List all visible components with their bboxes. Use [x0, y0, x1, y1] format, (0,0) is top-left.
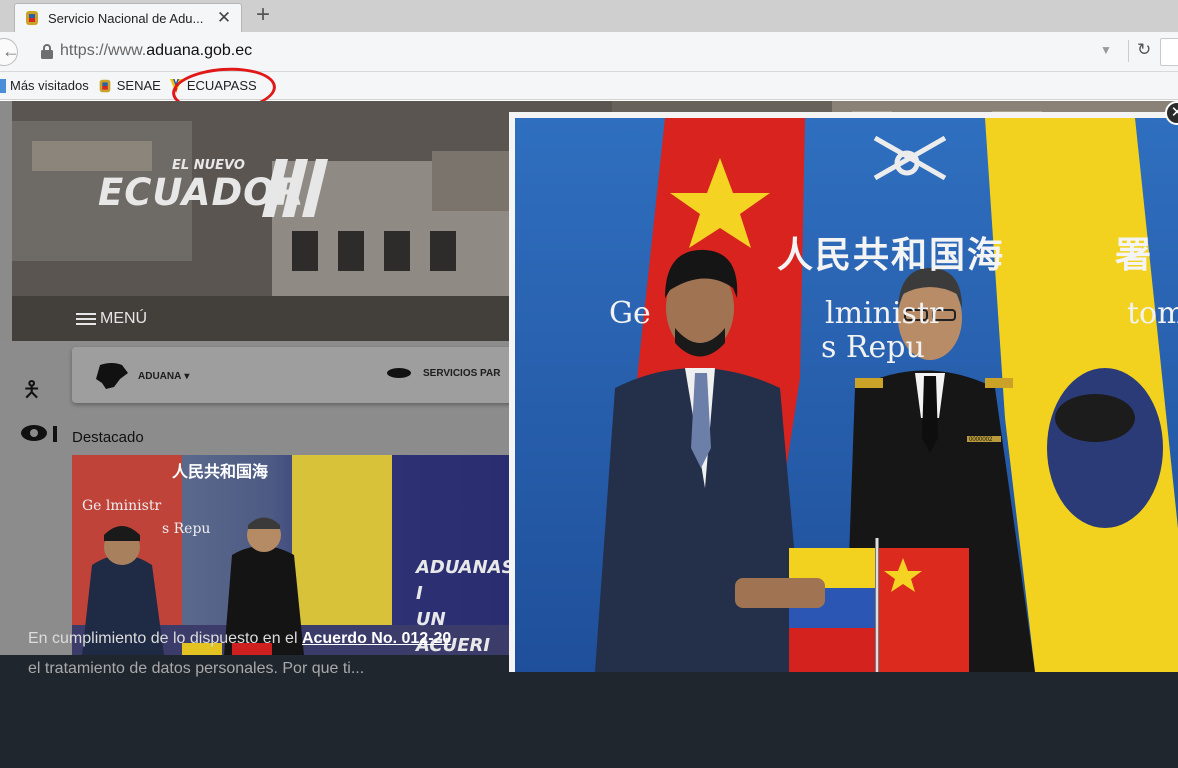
- nav-item-servicios[interactable]: SERVICIOS PAR: [387, 367, 500, 379]
- bookmark-mas-visitados[interactable]: Más visitados: [10, 78, 89, 93]
- accessibility-person-icon[interactable]: 🯅: [22, 373, 41, 411]
- officials-photo: 0000002: [515, 118, 1178, 672]
- nav-item-aduana[interactable]: ADUANA ▾: [94, 361, 189, 391]
- svg-text:Ge lministr: Ge lministr: [82, 498, 161, 514]
- chevron-down-icon: ▾: [184, 370, 190, 382]
- data-protection-notice-line2: el tratamiento de datos personales. Por …: [28, 660, 365, 677]
- visibility-eye-icon[interactable]: [20, 421, 60, 445]
- image-lightbox: 0000002 人民共和国海署 Ge lministr tom s Repu: [509, 112, 1178, 672]
- reload-icon[interactable]: ↻: [1128, 40, 1151, 62]
- lock-icon: [41, 44, 53, 59]
- svg-text:s Repu: s Repu: [162, 521, 210, 537]
- main-navigation-card: ADUANA ▾ SERVICIOS PAR: [72, 347, 517, 403]
- search-field[interactable]: [1160, 38, 1178, 66]
- lightbox-sign-line1-left: Ge: [609, 296, 651, 331]
- lightbox-photo: 0000002 人民共和国海署 Ge lministr tom s Repu: [515, 118, 1178, 672]
- menu-button[interactable]: MENÚ: [76, 310, 147, 328]
- bookmark-senae[interactable]: SENAE: [97, 78, 161, 94]
- lightbox-chinese-sign: 人民共和国海署: [777, 235, 1154, 276]
- lightbox-sign-line2: s Repu: [821, 330, 925, 365]
- back-arrow-icon: ←: [2, 41, 20, 61]
- hamburger-icon: [76, 310, 96, 328]
- featured-news-banner[interactable]: 人民共和国海 Ge lministr s Repu ADUANAS I UN A…: [72, 455, 512, 655]
- svg-text:人民共和国海: 人民共和国海: [172, 462, 268, 481]
- logo-stripes-icon: [262, 159, 328, 217]
- badge-number: 0000002: [969, 437, 993, 443]
- url-field[interactable]: https://www.aduana.gob.ec: [60, 42, 252, 60]
- ecuador-map-icon: [96, 363, 128, 389]
- navigation-bar: ← https://www.aduana.gob.ec ▼ ↻: [0, 32, 1178, 72]
- acuerdo-link[interactable]: Acuerdo No. 012-20: [302, 630, 451, 647]
- section-title: Destacado: [72, 429, 144, 446]
- browser-tab[interactable]: Servicio Nacional de Adu... ✕: [14, 3, 242, 32]
- lightbox-sign-line1-right: tom: [1127, 296, 1178, 331]
- tab-bar: Servicio Nacional de Adu... ✕ +: [0, 0, 1178, 32]
- back-button[interactable]: ←: [0, 38, 20, 66]
- senae-favicon-icon: [26, 11, 38, 25]
- lightbox-sign-line1-mid: lministr: [825, 296, 944, 331]
- servicios-icon: [387, 368, 411, 378]
- senae-icon: [99, 79, 111, 92]
- tab-close-icon[interactable]: ✕: [215, 9, 233, 27]
- bookmark-folder-icon: [0, 78, 6, 93]
- new-tab-button[interactable]: +: [256, 3, 270, 27]
- tab-title: Servicio Nacional de Adu...: [48, 10, 204, 26]
- data-protection-notice: En cumplimiento de lo dispuesto en el Ac…: [28, 630, 452, 647]
- url-dropdown-icon[interactable]: ▼: [1100, 43, 1112, 57]
